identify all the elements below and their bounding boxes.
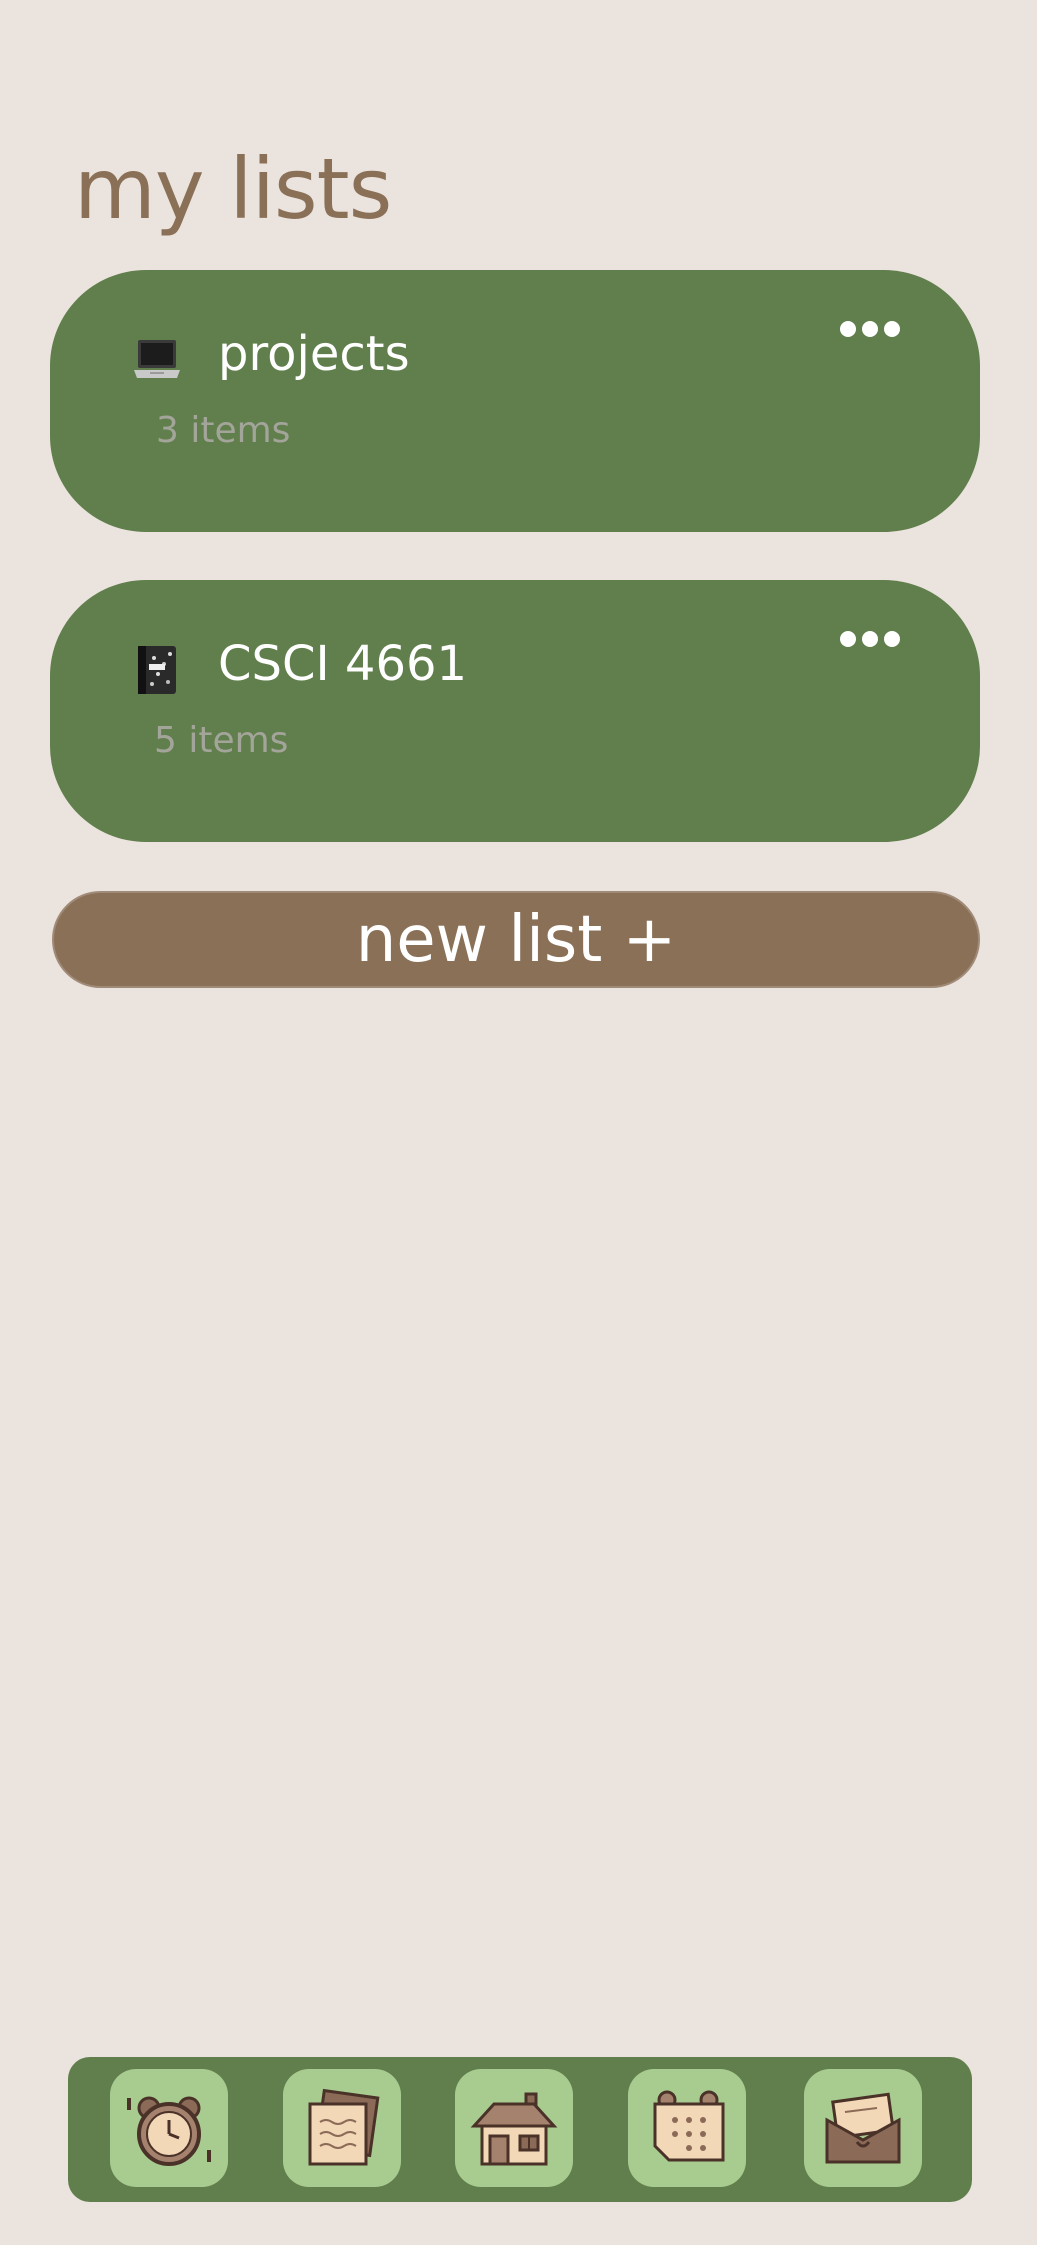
new-list-button[interactable]: new list + — [52, 891, 980, 988]
nav-home[interactable] — [455, 2069, 573, 2187]
mail-icon — [825, 2092, 901, 2164]
more-options-button[interactable] — [840, 316, 900, 342]
nav-notes[interactable] — [283, 2069, 401, 2187]
more-options-button[interactable] — [840, 626, 900, 652]
list-card-csci-4661[interactable]: CSCI 4661 5 items — [50, 580, 980, 842]
notes-icon — [308, 2088, 380, 2166]
nav-calendar[interactable] — [628, 2069, 746, 2187]
laptop-icon — [134, 340, 180, 378]
notebook-icon — [138, 646, 176, 694]
bottom-nav-bar — [68, 2057, 972, 2202]
nav-mail[interactable] — [804, 2069, 922, 2187]
calendar-icon — [653, 2090, 725, 2162]
list-title: CSCI 4661 — [218, 636, 468, 692]
alarm-clock-icon — [127, 2096, 211, 2166]
list-item-count: 3 items — [156, 410, 291, 451]
nav-alarm-clock[interactable] — [110, 2069, 228, 2187]
list-title: projects — [218, 326, 410, 382]
list-card-projects[interactable]: projects 3 items — [50, 270, 980, 532]
home-icon — [470, 2092, 558, 2166]
list-item-count: 5 items — [154, 720, 289, 761]
page-title: my lists — [74, 140, 392, 238]
